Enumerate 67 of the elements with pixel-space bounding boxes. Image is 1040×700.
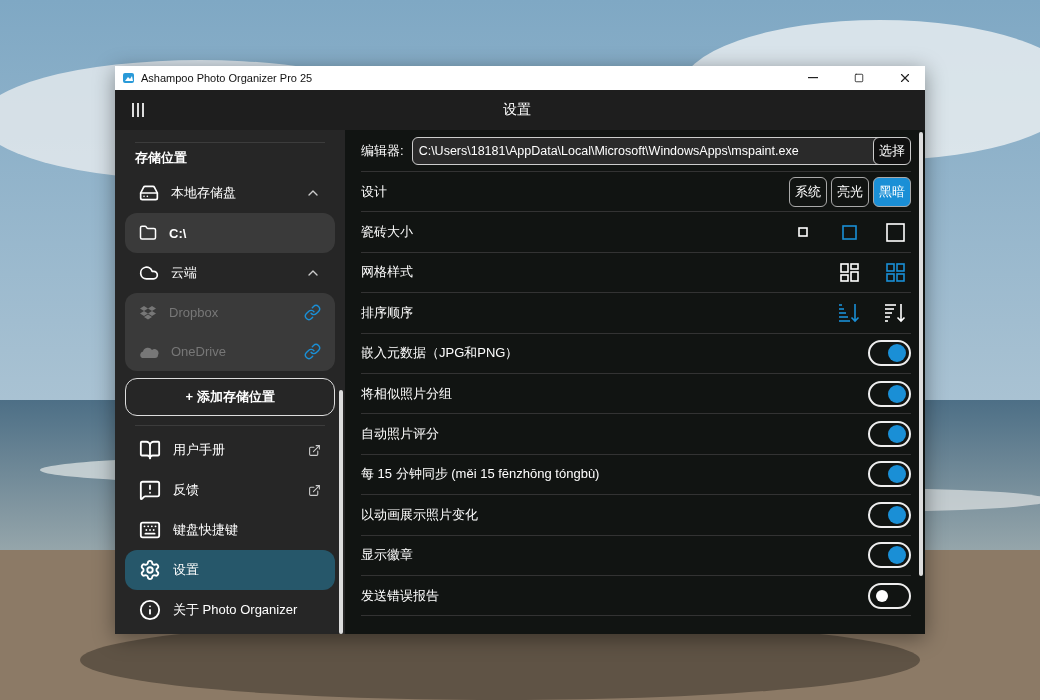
dropbox-icon: [139, 304, 157, 321]
sort-icon: [884, 302, 906, 323]
editor-label: 编辑器:: [361, 141, 404, 160]
square-icon: [798, 227, 808, 238]
grid-icon: [885, 262, 905, 282]
setting-label: 网格样式: [361, 263, 414, 282]
menu-label: 用户手册: [173, 441, 226, 459]
sidebar-menu-item[interactable]: 用户手册: [125, 430, 335, 470]
setting-label: 每 15 分钟同步 (měi 15 fēnzhōng tóngbù): [361, 465, 601, 484]
setting-label: 嵌入元数据（JPG和PNG）: [361, 344, 520, 363]
menu-label: 设置: [173, 561, 200, 579]
sidebar-menu-item[interactable]: 键盘快捷键: [125, 510, 335, 550]
toggle-switch[interactable]: [868, 340, 911, 367]
storage-item[interactable]: C:\: [125, 213, 335, 253]
toggle-switch[interactable]: [868, 461, 911, 488]
window-title: Ashampoo Photo Organizer Pro 25: [141, 72, 314, 84]
menu-icon: [131, 102, 145, 118]
maximize-icon: [854, 73, 864, 83]
close-icon: [898, 71, 912, 85]
feedback-icon: [139, 479, 161, 501]
menu-label: 键盘快捷键: [173, 521, 239, 539]
choose-button[interactable]: 选择: [873, 137, 910, 164]
keyboard-icon: [139, 519, 161, 541]
sidebar-menu-item[interactable]: 反馈: [125, 470, 335, 510]
setting-label: 自动照片评分: [361, 425, 440, 444]
sidebar-menu-item[interactable]: 关于 Photo Organizer: [125, 590, 335, 630]
theme-option[interactable]: 系统: [789, 176, 827, 207]
theme-option[interactable]: 黑暗: [873, 176, 911, 207]
add-storage-button[interactable]: + 添加存储位置: [125, 378, 335, 416]
square-icon: [841, 224, 857, 240]
setting-label: 发送错误报告: [361, 586, 440, 605]
toggle-switch[interactable]: [868, 421, 911, 448]
cloud-icon: [139, 263, 159, 283]
toggle-switch[interactable]: [868, 501, 911, 528]
storage-label: C:\: [169, 225, 188, 241]
toggle-switch[interactable]: [868, 582, 911, 609]
scrollbar[interactable]: [339, 390, 343, 634]
toggle-switch[interactable]: [868, 542, 911, 569]
editor-path-field[interactable]: C:\Users\18181\AppData\Local\Microsoft\WindowsApps\mspaint.exe 选择: [411, 136, 911, 165]
theme-option[interactable]: 亮光: [831, 176, 869, 207]
book-icon: [139, 439, 161, 461]
setting-label: 设计: [361, 182, 388, 201]
grid-icon: [839, 262, 859, 282]
square-icon: [885, 222, 905, 242]
page-title: 设置: [502, 101, 532, 119]
setting-label: 瓷砖大小: [361, 223, 414, 242]
setting-label: 排序顺序: [361, 303, 414, 322]
section-title: 存储位置: [134, 149, 188, 167]
settings-icon: [139, 559, 161, 581]
scrollbar[interactable]: [919, 132, 923, 576]
toggle-switch[interactable]: [868, 380, 911, 407]
menu-label: 关于 Photo Organizer: [173, 601, 299, 619]
sidebar-menu-item[interactable]: 设置: [125, 550, 335, 590]
folder-icon: [139, 224, 157, 242]
setting-label: 以动画展示照片变化: [361, 505, 479, 524]
menu-label: 反馈: [173, 481, 200, 499]
setting-label: 显示徽章: [361, 546, 414, 565]
sort-icon: [838, 302, 860, 323]
minimize-icon: [808, 77, 818, 79]
info-icon: [139, 599, 161, 621]
storage-label: OneDrive: [171, 344, 227, 359]
drive-icon: [139, 183, 159, 203]
storage-group-label: 云端: [171, 264, 198, 282]
setting-label: 将相似照片分组: [361, 384, 453, 403]
app-logo-icon: [123, 72, 135, 84]
storage-group-label: 本地存储盘: [171, 184, 237, 202]
storage-label: Dropbox: [169, 305, 220, 320]
